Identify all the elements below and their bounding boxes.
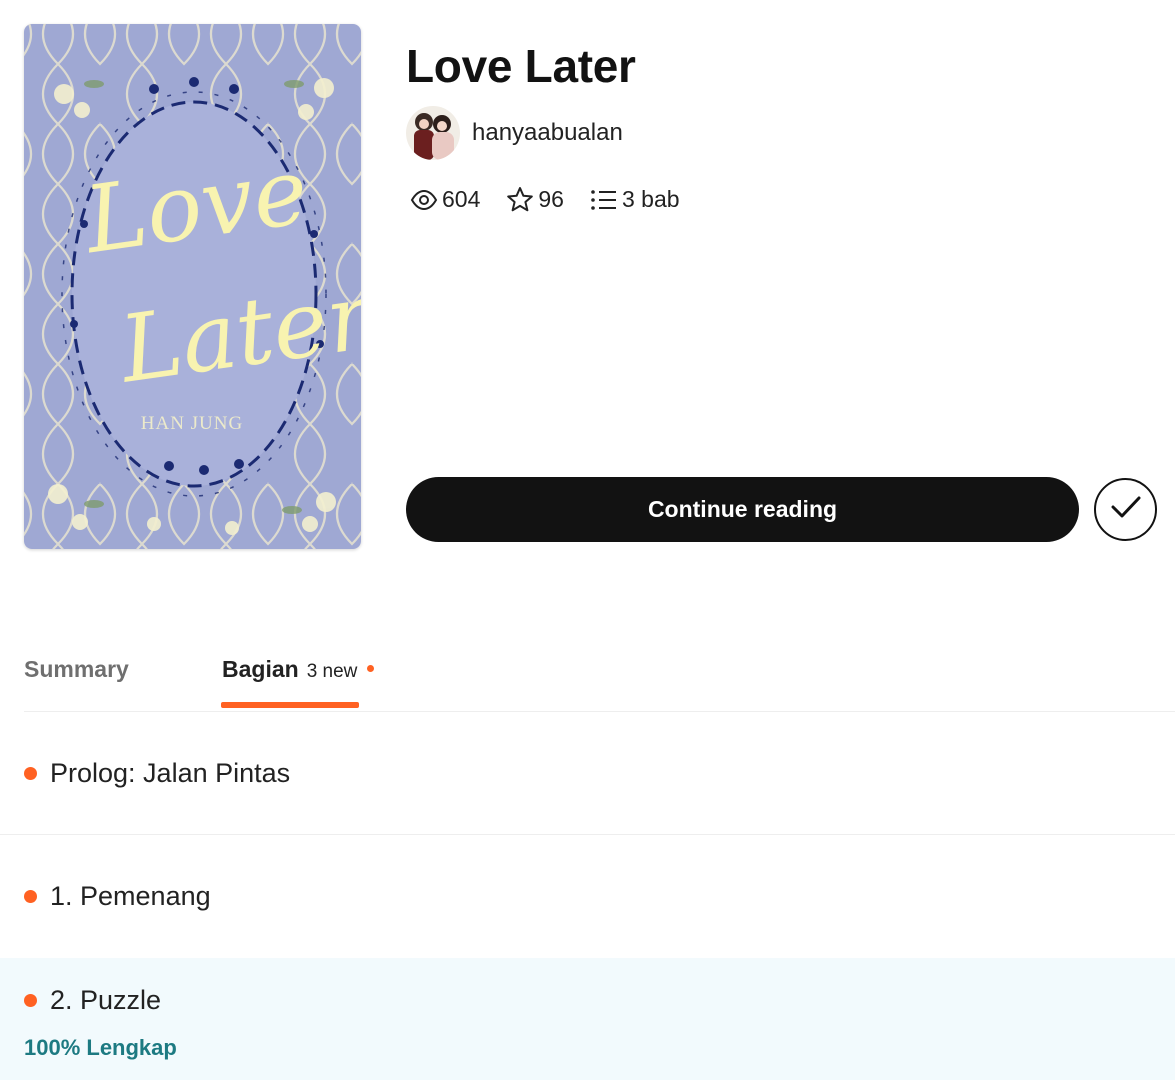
parts-count: 3 bab (621, 186, 680, 212)
tab-parts[interactable]: Bagian 3 new (222, 656, 375, 683)
new-parts-badge: 3 new (306, 661, 358, 682)
checkmark-icon (1110, 494, 1142, 525)
author-avatar[interactable] (406, 106, 460, 160)
svg-text:HAN JUNG: HAN JUNG (141, 413, 243, 434)
reads-count: 604 (442, 186, 481, 212)
new-part-dot (24, 994, 37, 1007)
active-tab-indicator (221, 702, 359, 708)
reads-stat: 604 (410, 186, 480, 213)
list-item[interactable]: 2. Puzzle 100% Lengkap (0, 958, 1175, 1080)
new-part-dot (24, 890, 37, 903)
votes-stat: 96 (506, 186, 564, 213)
tab-parts-label: Bagian (222, 656, 299, 682)
list-icon (590, 188, 618, 212)
parts-stat: 3 bab (590, 186, 680, 213)
star-icon (506, 186, 534, 213)
part-progress: 100% Lengkap (24, 1035, 177, 1060)
list-item[interactable]: Prolog: Jalan Pintas (0, 712, 1175, 835)
part-title: 2. Puzzle (50, 985, 162, 1015)
story-tabs: Summary Bagian 3 new (24, 656, 1175, 712)
new-part-dot (24, 767, 37, 780)
story-stats: 604 96 3 bab (410, 186, 680, 213)
add-to-library-button[interactable] (1094, 478, 1157, 541)
story-title: Love Later (406, 40, 636, 92)
votes-count: 96 (538, 186, 564, 212)
eye-icon (410, 189, 438, 211)
continue-reading-button[interactable]: Continue reading (406, 477, 1079, 542)
new-indicator-dot (367, 665, 375, 672)
part-title: 1. Pemenang (50, 881, 211, 911)
list-item[interactable]: 1. Pemenang (0, 835, 1175, 958)
tab-summary[interactable]: Summary (24, 656, 129, 683)
part-title: Prolog: Jalan Pintas (50, 758, 291, 788)
author-link[interactable]: hanyaabualan (406, 106, 623, 160)
author-name[interactable]: hanyaabualan (472, 119, 623, 147)
story-cover: Love Later HAN JUNG (24, 24, 361, 549)
